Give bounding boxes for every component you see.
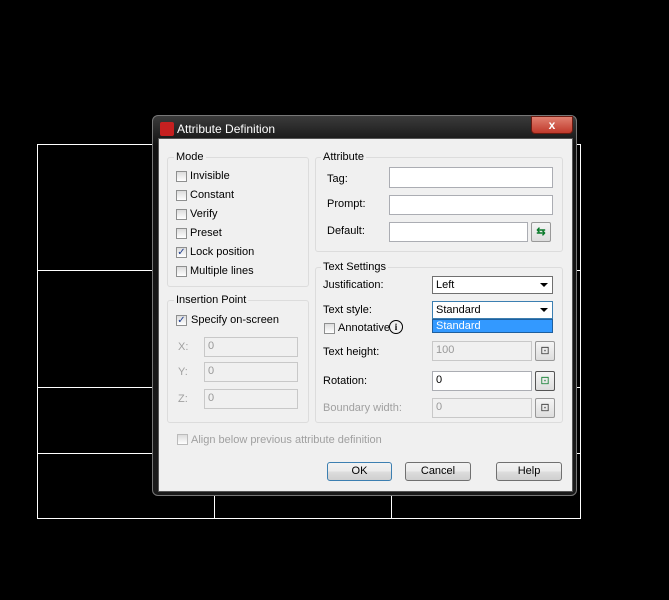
align-below-label: Align below previous attribute definitio…: [191, 434, 382, 446]
tag-label: Tag:: [327, 173, 348, 185]
ok-button[interactable]: OK: [327, 462, 392, 481]
default-input[interactable]: [389, 222, 528, 242]
insert-field-button[interactable]: ⇆: [531, 222, 551, 242]
info-icon[interactable]: i: [389, 320, 403, 334]
mode-label: Mode: [174, 151, 206, 163]
help-button[interactable]: Help: [496, 462, 562, 481]
mode-checkbox[interactable]: [176, 190, 187, 201]
boundary-width-label: Boundary width:: [323, 402, 402, 414]
default-label: Default:: [327, 225, 365, 237]
pick-point-icon: ⊡: [540, 375, 550, 387]
rotation-label: Rotation:: [323, 375, 368, 387]
text-height-label: Text height:: [323, 346, 380, 358]
mode-checkbox[interactable]: ✓: [176, 247, 187, 258]
text-style-value: Standard: [436, 304, 481, 316]
tag-input[interactable]: [389, 167, 553, 188]
mode-checkbox[interactable]: [176, 209, 187, 220]
insertion-point-label: Insertion Point: [174, 294, 249, 306]
prompt-input[interactable]: [389, 195, 553, 215]
z-input[interactable]: 0: [204, 389, 298, 409]
y-input[interactable]: 0: [204, 362, 298, 382]
pick-boundary-button[interactable]: ⊡: [535, 398, 555, 418]
y-label: Y:: [178, 366, 188, 378]
pick-rotation-button[interactable]: ⊡: [535, 371, 555, 391]
text-style-option[interactable]: Standard: [432, 319, 553, 333]
rotation-input[interactable]: 0: [432, 371, 532, 391]
insert-field-icon: ⇆: [536, 226, 546, 238]
mode-checkbox-label: Preset: [190, 227, 222, 239]
annotative-checkbox[interactable]: [324, 323, 335, 334]
text-style-label: Text style:: [323, 304, 372, 316]
pick-point-icon: ⊡: [540, 402, 550, 414]
mode-checkbox-label: Invisible: [190, 170, 230, 182]
annotative-label: Annotative: [338, 322, 390, 334]
align-below-checkbox[interactable]: [177, 434, 188, 445]
boundary-width-input[interactable]: 0: [432, 398, 532, 418]
mode-checkbox[interactable]: [176, 266, 187, 277]
mode-checkbox-label: Multiple lines: [190, 265, 254, 277]
close-button[interactable]: x: [531, 116, 573, 134]
x-label: X:: [178, 341, 189, 353]
mode-checkbox-label: Constant: [190, 189, 235, 201]
dialog-title: Attribute Definition: [177, 122, 276, 136]
mode-checkbox[interactable]: [176, 228, 187, 239]
app-icon: [160, 122, 174, 136]
text-settings-label: Text Settings: [321, 261, 388, 273]
pick-point-icon: ⊡: [540, 345, 550, 357]
chevron-down-icon: [540, 283, 548, 287]
prompt-label: Prompt:: [327, 198, 366, 210]
text-style-select[interactable]: Standard: [432, 301, 553, 319]
x-input[interactable]: 0: [204, 337, 298, 357]
text-height-input[interactable]: 100: [432, 341, 532, 361]
z-label: Z:: [178, 393, 188, 405]
pick-height-button[interactable]: ⊡: [535, 341, 555, 361]
specify-on-screen-label: Specify on-screen: [191, 314, 280, 326]
mode-checkbox[interactable]: [176, 171, 187, 182]
mode-checkbox-label: Lock position: [190, 246, 255, 258]
justification-label: Justification:: [323, 279, 384, 291]
chevron-down-icon: [540, 308, 548, 312]
attribute-label: Attribute: [321, 151, 366, 163]
specify-on-screen-checkbox[interactable]: ✓: [176, 315, 187, 326]
mode-checkbox-label: Verify: [190, 208, 218, 220]
justification-value: Left: [436, 279, 455, 291]
cancel-button[interactable]: Cancel: [405, 462, 471, 481]
justification-select[interactable]: Left: [432, 276, 553, 294]
